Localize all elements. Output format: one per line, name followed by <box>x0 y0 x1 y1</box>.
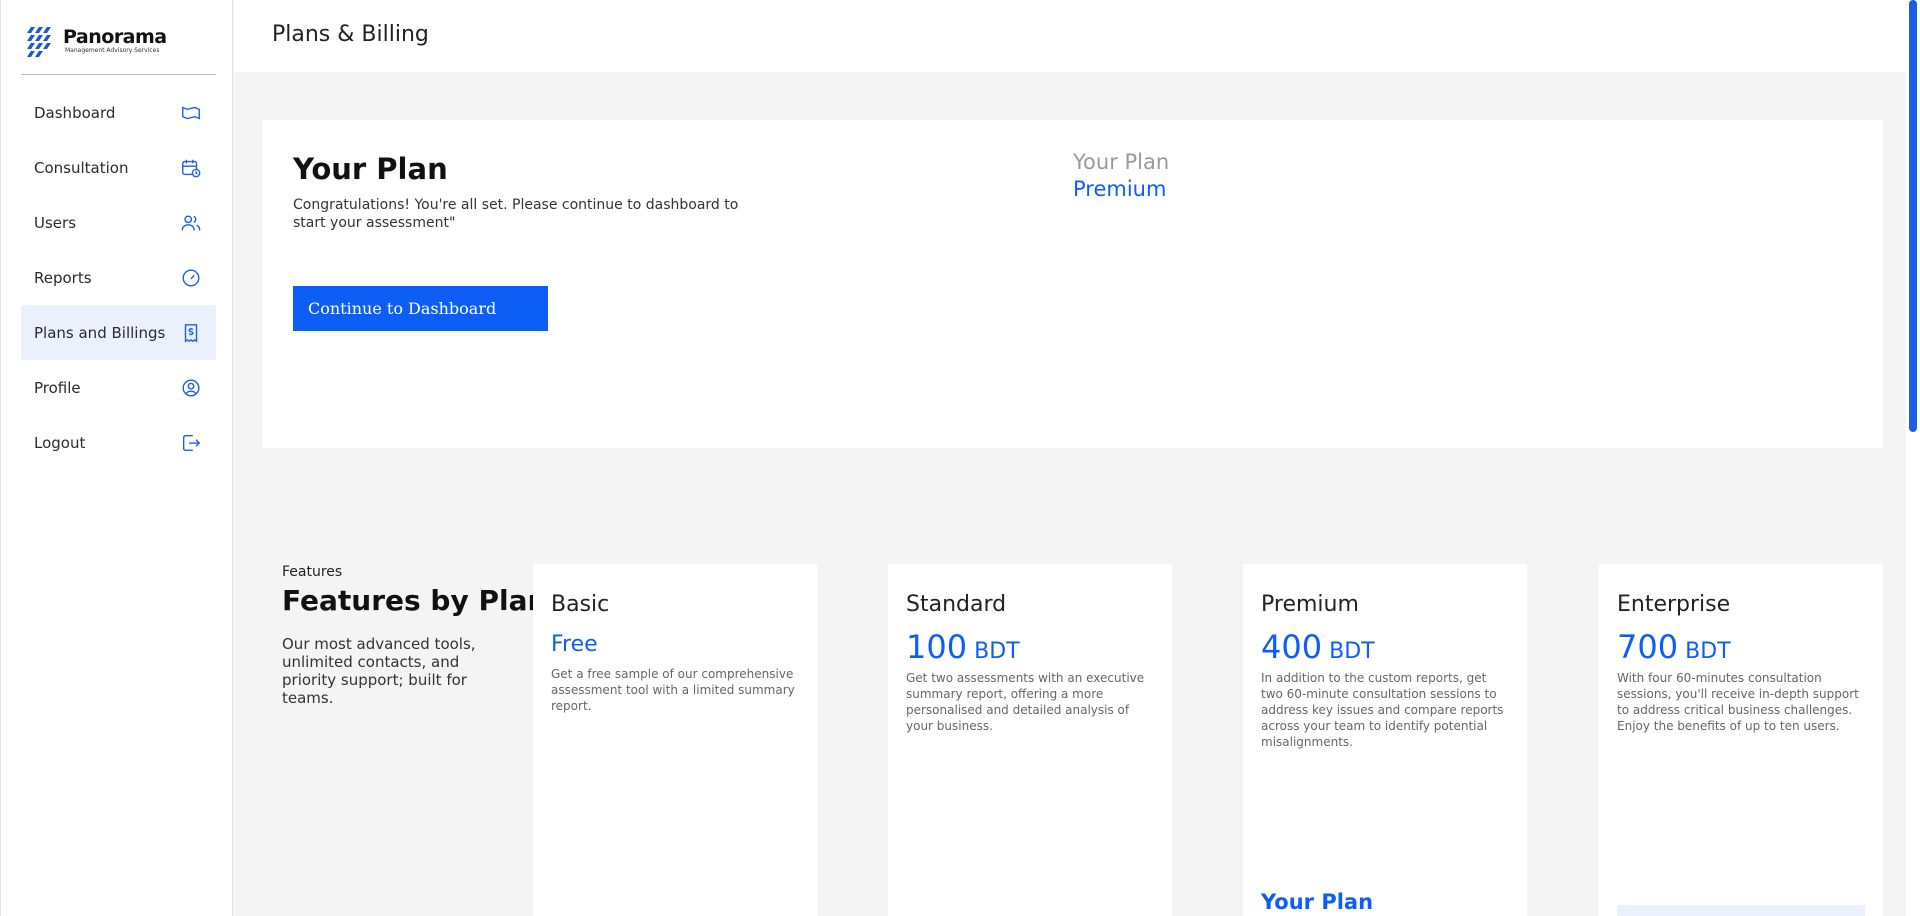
page-title: Plans & Billing <box>272 22 429 47</box>
plan-price: 700 BDT <box>1617 628 1731 666</box>
plan-description: With four 60-minutes consultation sessio… <box>1617 671 1859 733</box>
sidebar-item-users[interactable]: Users <box>21 195 216 250</box>
select-plan-button[interactable] <box>1617 905 1865 916</box>
your-plan-card: Your Plan Congratulations! You're all se… <box>263 120 1883 448</box>
sidebar-item-dashboard[interactable]: Dashboard <box>21 85 216 140</box>
sidebar-divider <box>21 74 216 75</box>
plan-price: 100 BDT <box>906 628 1020 666</box>
plan-name: Premium <box>1261 592 1359 617</box>
logo-title: Panorama <box>63 26 167 48</box>
logo[interactable]: Panorama Management Advisory Services <box>27 24 167 58</box>
top-header: Plans & Billing <box>234 0 1920 72</box>
sidebar-nav: Dashboard Consultation Users Reports Pla… <box>21 85 216 470</box>
plan-price-amount: 700 <box>1617 628 1679 666</box>
plan-card-premium: Premium 400 BDT In addition to the custo… <box>1243 564 1527 916</box>
plan-confirmation-message: Congratulations! You're all set. Please … <box>293 197 739 231</box>
sidebar-item-label: Reports <box>34 268 92 287</box>
plan-card-enterprise: Enterprise 700 BDT With four 60-minutes … <box>1599 564 1883 916</box>
plan-price-currency: BDT <box>974 639 1020 664</box>
logout-icon <box>180 432 202 454</box>
user-circle-icon <box>180 377 202 399</box>
your-plan-heading: Your Plan <box>293 152 448 186</box>
features-kicker: Features <box>282 564 343 580</box>
panorama-logo-icon <box>27 27 51 57</box>
plan-description: In addition to the custom reports, get t… <box>1261 671 1504 749</box>
plan-name: Basic <box>551 592 610 617</box>
sidebar-item-label: Dashboard <box>34 103 116 122</box>
plan-description: Get two assessments with an executive su… <box>906 671 1145 733</box>
logo-subtitle: Management Advisory Services <box>65 47 160 54</box>
plan-card-standard: Standard 100 BDT Get two assessments wit… <box>888 564 1172 916</box>
sidebar-item-plans-and-billings[interactable]: Plans and Billings <box>21 305 216 360</box>
your-plan-indicator: Your Plan <box>1261 890 1374 914</box>
sidebar-item-label: Plans and Billings <box>34 323 166 342</box>
current-plan-value: Premium <box>1073 177 1167 201</box>
sidebar-item-label: Profile <box>34 378 81 397</box>
current-plan-label: Your Plan <box>1073 150 1170 174</box>
features-heading: Features by Plan <box>282 584 548 617</box>
sidebar-item-label: Users <box>34 213 77 232</box>
users-icon <box>180 212 202 234</box>
plan-name: Enterprise <box>1617 592 1731 617</box>
plan-name: Standard <box>906 592 1007 617</box>
plan-card-basic: Basic Free Get a free sample of our comp… <box>533 564 817 916</box>
plan-price-currency: BDT <box>1685 639 1731 664</box>
plan-description: Get a free sample of our comprehensive a… <box>551 667 795 713</box>
sidebar-item-label: Logout <box>34 433 86 452</box>
plan-price-amount: 100 <box>906 628 968 666</box>
plan-price-amount: 400 <box>1261 628 1323 666</box>
plan-price: Free <box>551 632 598 657</box>
continue-to-dashboard-button[interactable]: Continue to Dashboard <box>293 286 548 331</box>
sidebar: Panorama Management Advisory Services Da… <box>0 0 233 916</box>
features-description: Our most advanced tools, unlimited conta… <box>282 635 476 707</box>
sidebar-item-reports[interactable]: Reports <box>21 250 216 305</box>
map-icon <box>180 102 202 124</box>
scrollbar-thumb[interactable] <box>1909 0 1917 432</box>
sidebar-item-profile[interactable]: Profile <box>21 360 216 415</box>
sidebar-item-consultation[interactable]: Consultation <box>21 140 216 195</box>
gauge-icon <box>180 267 202 289</box>
sidebar-item-logout[interactable]: Logout <box>21 415 216 470</box>
calendar-clock-icon <box>180 157 202 179</box>
sidebar-item-label: Consultation <box>34 158 129 177</box>
plan-price: 400 BDT <box>1261 628 1375 666</box>
plan-price-currency: BDT <box>1329 639 1375 664</box>
scrollbar[interactable] <box>1906 0 1920 916</box>
receipt-dollar-icon <box>180 322 202 344</box>
